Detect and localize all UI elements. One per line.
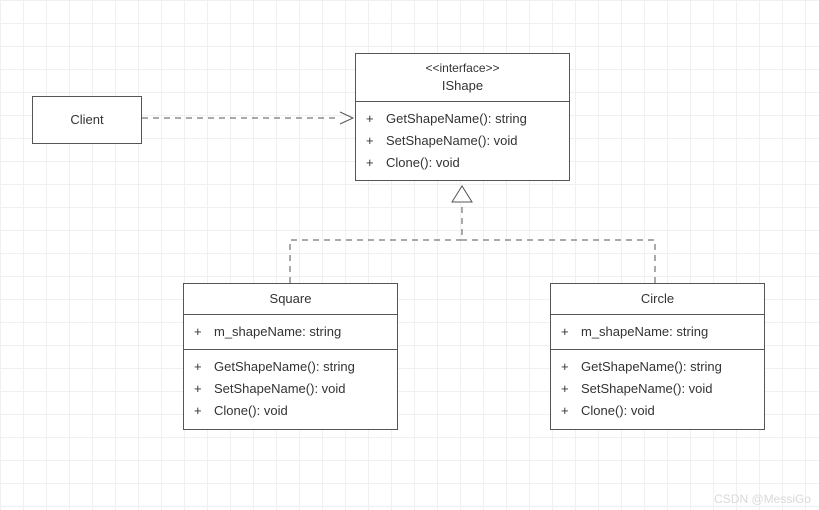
method: GetShapeName(): string bbox=[386, 108, 559, 130]
class-square: Square +m_shapeName: string +GetShapeNam… bbox=[183, 283, 398, 430]
interface-ishape-methods: +GetShapeName(): string +SetShapeName():… bbox=[356, 102, 569, 180]
method: SetShapeName(): void bbox=[214, 378, 387, 400]
method: GetShapeName(): string bbox=[214, 356, 387, 378]
method: GetShapeName(): string bbox=[581, 356, 754, 378]
method: Clone(): void bbox=[581, 400, 754, 422]
class-square-methods: +GetShapeName(): string +SetShapeName():… bbox=[184, 350, 397, 428]
interface-ishape: <<interface>> IShape +GetShapeName(): st… bbox=[355, 53, 570, 181]
method: SetShapeName(): void bbox=[581, 378, 754, 400]
method: Clone(): void bbox=[386, 152, 559, 174]
watermark: CSDN @MessiGo bbox=[714, 492, 811, 506]
interface-ishape-title: <<interface>> IShape bbox=[356, 54, 569, 102]
class-square-name: Square bbox=[184, 284, 397, 315]
interface-stereotype: <<interface>> bbox=[364, 60, 561, 77]
attribute: m_shapeName: string bbox=[214, 321, 387, 343]
class-client-name: Client bbox=[33, 97, 141, 143]
class-client: Client bbox=[32, 96, 142, 144]
method: SetShapeName(): void bbox=[386, 130, 559, 152]
class-square-attrs: +m_shapeName: string bbox=[184, 315, 397, 350]
interface-ishape-name: IShape bbox=[364, 77, 561, 95]
class-circle-name: Circle bbox=[551, 284, 764, 315]
class-circle: Circle +m_shapeName: string +GetShapeNam… bbox=[550, 283, 765, 430]
method: Clone(): void bbox=[214, 400, 387, 422]
attribute: m_shapeName: string bbox=[581, 321, 754, 343]
class-circle-methods: +GetShapeName(): string +SetShapeName():… bbox=[551, 350, 764, 428]
class-circle-attrs: +m_shapeName: string bbox=[551, 315, 764, 350]
